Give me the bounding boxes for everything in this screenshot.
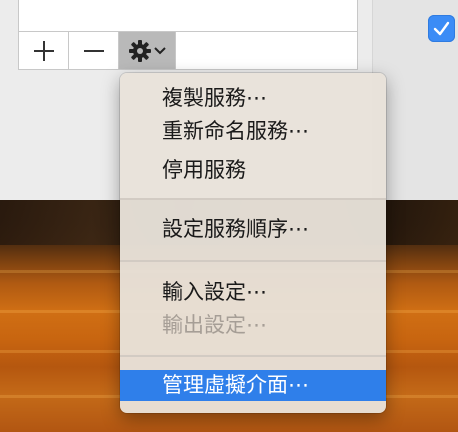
service-list[interactable] xyxy=(18,0,358,32)
gear-icon xyxy=(129,39,151,62)
action-menu: 複製服務⋯ 重新命名服務⋯ 停用服務 設定服務順序⋯ 輸入設定⋯ 輸出設定⋯ 管… xyxy=(120,73,386,413)
menu-item-export-settings: 輸出設定⋯ xyxy=(162,313,267,337)
action-menu-button[interactable] xyxy=(119,32,176,69)
menu-separator xyxy=(120,355,386,357)
menu-item-manage-virtual-interfaces[interactable]: 管理虛擬介面⋯ xyxy=(120,370,386,401)
checkbox[interactable] xyxy=(428,15,455,42)
minus-icon xyxy=(83,49,104,52)
chevron-down-icon xyxy=(154,46,166,54)
remove-service-button[interactable] xyxy=(69,32,119,69)
menu-item-import-settings[interactable]: 輸入設定⋯ xyxy=(120,277,386,308)
menu-separator xyxy=(120,260,386,262)
menu-separator xyxy=(120,198,386,200)
menu-item-disable-service[interactable]: 停用服務 xyxy=(120,155,386,186)
menu-item-set-service-order[interactable]: 設定服務順序⋯ xyxy=(120,214,386,245)
plus-icon xyxy=(33,40,54,61)
menu-item-duplicate-service[interactable]: 複製服務⋯ xyxy=(120,83,386,114)
service-toolbar xyxy=(18,31,358,70)
menu-item-rename-service[interactable]: 重新命名服務⋯ xyxy=(120,116,386,147)
add-service-button[interactable] xyxy=(19,32,69,69)
checkmark-icon xyxy=(433,21,450,36)
